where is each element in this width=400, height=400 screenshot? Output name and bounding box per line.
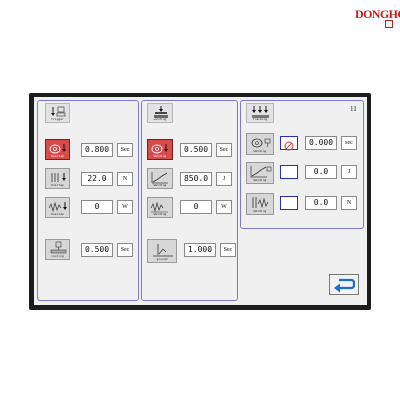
cooling-time-value[interactable]: 0.500 [81, 243, 113, 257]
icon-label: cooling [51, 254, 64, 258]
trigger-icon[interactable]: trigger [45, 103, 70, 123]
brand-logo: DONGHO [355, 5, 400, 29]
tracking-time-unit: sec [341, 136, 357, 150]
prohibit-toggle[interactable] [280, 136, 298, 151]
brand-logo-text: DONGHO [355, 7, 400, 21]
welding-power-unit: W [216, 200, 232, 214]
icon-label: Welding [253, 209, 267, 213]
tracking-energy-value[interactable]: 0.0 [305, 165, 337, 179]
energy-graph-icon[interactable]: Welding [147, 168, 173, 189]
pressure-icon[interactable]: Overlap [45, 168, 70, 189]
trigger-label: trigger [51, 117, 64, 121]
welding-energy-value[interactable]: 850.0 [180, 172, 212, 186]
icon-label: Welding [153, 212, 167, 216]
welding-label: welding [153, 117, 167, 121]
back-button[interactable] [329, 274, 359, 295]
welding-icon[interactable]: welding [147, 103, 173, 123]
trigger-panel: trigger Overlap 0.800 Sec Overlap 22.0 N… [37, 100, 139, 301]
registered-mark-icon [385, 20, 393, 28]
ground-label: ground [156, 257, 168, 261]
icon-label: Welding [253, 178, 267, 182]
tracking-pressure-unit: N [341, 196, 357, 210]
icon-label: Welding [153, 183, 167, 187]
trigger-power-value[interactable]: 0 [81, 200, 113, 214]
hmi-screen: trigger Overlap 0.800 Sec Overlap 22.0 N… [34, 97, 367, 305]
tracking-icon[interactable]: Tracking [246, 103, 274, 123]
welding-time-value[interactable]: 0.500 [180, 143, 212, 157]
ground-icon[interactable]: ground [147, 239, 177, 263]
icon-label: Welding [153, 154, 167, 158]
welding-panel: welding Welding 0.500 Sec Welding 850.0 … [141, 100, 238, 301]
welding-power-value[interactable]: 0 [180, 200, 212, 214]
energy-graph-icon[interactable]: Welding [246, 162, 274, 184]
cooling-time-unit: Sec [117, 243, 133, 257]
prohibited-icon [284, 141, 294, 151]
amplitude-wave-icon[interactable]: Welding [246, 193, 274, 215]
icon-label: Overlap [51, 183, 64, 187]
return-arrow-icon [334, 278, 356, 293]
welding-energy-unit: J [216, 172, 232, 186]
energy-toggle[interactable] [280, 165, 298, 179]
tracking-pressure-value[interactable]: 0.0 [305, 196, 337, 210]
overlap-circles-icon[interactable]: Welding [246, 133, 274, 155]
welding-time-unit: Sec [216, 143, 232, 157]
amplitude-wave-icon[interactable]: Overlap [45, 197, 70, 218]
cooling-icon[interactable]: cooling [45, 239, 70, 260]
icon-label: Overlap [51, 154, 64, 158]
trigger-pressure-value[interactable]: 22.0 [81, 172, 113, 186]
trigger-time-value[interactable]: 0.800 [81, 143, 113, 157]
page-indicator: 11 [350, 105, 357, 113]
tracking-label: Tracking [252, 117, 268, 121]
overlap-circles-icon[interactable]: Overlap [45, 139, 70, 160]
trigger-pressure-unit: N [117, 172, 133, 186]
tracking-energy-unit: J [341, 165, 357, 179]
tracking-time-value[interactable]: 0.000 [305, 136, 337, 150]
tracking-panel: Tracking 11 Welding 0.000 sec Welding 0.… [240, 100, 364, 229]
ground-time-value[interactable]: 1.000 [184, 243, 216, 257]
pressure-toggle[interactable] [280, 196, 298, 210]
trigger-time-unit: Sec [117, 143, 133, 157]
ground-time-unit: Sec [220, 243, 236, 257]
trigger-power-unit: W [117, 200, 133, 214]
icon-label: Welding [253, 149, 267, 153]
overlap-circles-icon[interactable]: Welding [147, 139, 173, 160]
icon-label: Overlap [51, 212, 64, 216]
amplitude-wave-icon[interactable]: Welding [147, 197, 173, 218]
